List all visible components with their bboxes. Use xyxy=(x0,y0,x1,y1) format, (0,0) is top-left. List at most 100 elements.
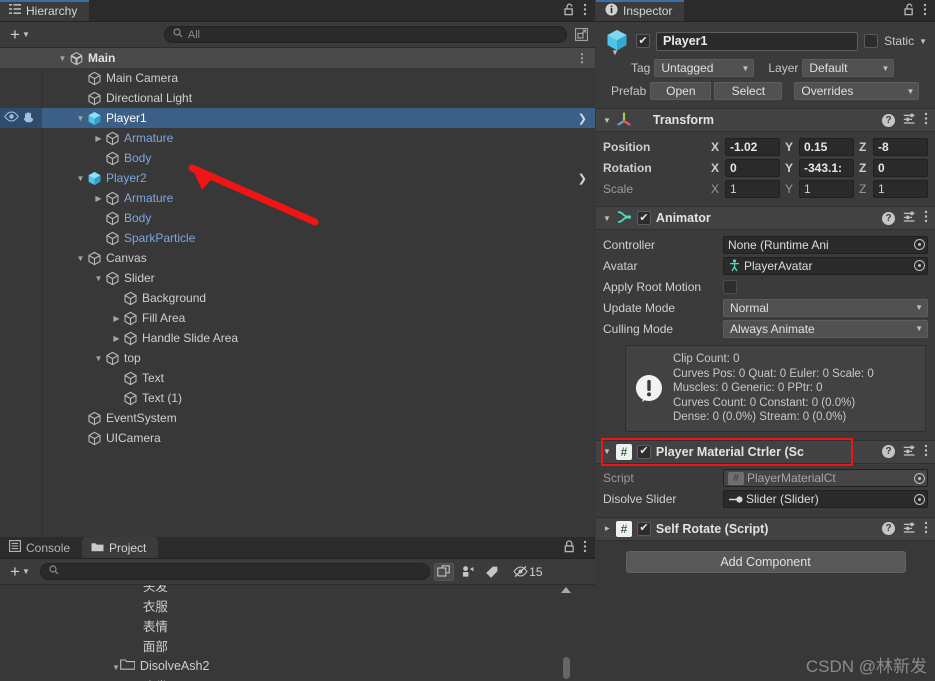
help-icon[interactable]: ? xyxy=(882,113,895,127)
project-item[interactable]: ▼衣服 xyxy=(0,595,595,615)
self-rotate-enabled-checkbox[interactable]: ✔ xyxy=(636,521,651,536)
foldout-arrow-icon[interactable]: ▼ xyxy=(92,354,105,363)
hierarchy-item-uicamera[interactable]: ▼UICamera xyxy=(0,428,595,448)
lock-closed-icon[interactable] xyxy=(564,539,575,556)
foldout-arrow-icon[interactable]: ▼ xyxy=(92,274,105,283)
kebab-menu-icon[interactable] xyxy=(583,540,587,556)
foldout-arrow-icon[interactable]: ▼ xyxy=(74,254,87,263)
transform-position-y[interactable]: 0.15 xyxy=(799,137,854,156)
lock-open-icon[interactable] xyxy=(564,3,575,19)
project-search-input[interactable] xyxy=(39,563,430,580)
visibility-gutter[interactable] xyxy=(0,88,42,108)
hierarchy-item-canvas[interactable]: ▼ Canvas xyxy=(0,248,595,268)
foldout-arrow-icon[interactable]: ▶ xyxy=(92,134,105,143)
visibility-gutter[interactable] xyxy=(0,168,42,188)
visibility-gutter[interactable] xyxy=(0,148,42,168)
hierarchy-item-main[interactable]: ▼ Main ⋮ xyxy=(0,48,595,68)
project-item[interactable]: ▼ DisolveAsh2 xyxy=(0,655,595,675)
static-dropdown[interactable]: Static ▼ xyxy=(884,34,927,48)
hierarchy-item-player1[interactable]: ▼ Player1 ❯ xyxy=(0,108,595,128)
foldout-arrow-icon[interactable]: ▼ xyxy=(603,214,611,223)
transform-rotation-y[interactable]: -343.1: xyxy=(799,158,854,177)
filter-by-label-icon[interactable] xyxy=(482,563,502,581)
project-create-button[interactable]: + ▼ xyxy=(4,563,36,580)
hierarchy-item-player2[interactable]: ▼ Player2 ❯ xyxy=(0,168,595,188)
foldout-arrow-icon[interactable]: ▼ xyxy=(603,116,611,125)
gameobject-name-input[interactable]: Player1 xyxy=(656,31,859,51)
kebab-menu-icon[interactable]: ⋮ xyxy=(576,51,588,65)
search-settings-icon[interactable] xyxy=(571,26,591,44)
help-icon[interactable]: ? xyxy=(882,522,895,535)
gameobject-enabled-checkbox[interactable]: ✔ xyxy=(636,34,650,48)
visibility-gutter[interactable] xyxy=(0,268,42,288)
foldout-arrow-icon[interactable]: ▼ xyxy=(74,174,87,183)
hierarchy-search-input[interactable]: All xyxy=(163,26,567,43)
player-material-ctrler-script-object-field[interactable]: # PlayerMaterialCt xyxy=(723,469,928,487)
transform-scale-y[interactable]: 1 xyxy=(799,179,854,198)
foldout-arrow-icon[interactable]: ▶ xyxy=(110,314,123,323)
visibility-gutter[interactable] xyxy=(0,328,42,348)
create-gameobject-button[interactable]: + ▼ xyxy=(4,26,36,43)
object-picker-icon[interactable] xyxy=(911,258,927,274)
hierarchy-item-eventsystem[interactable]: ▼EventSystem xyxy=(0,408,595,428)
visibility-gutter[interactable] xyxy=(0,288,42,308)
filter-by-type-icon[interactable] xyxy=(458,563,478,581)
project-item[interactable]: ▼面部 xyxy=(0,635,595,655)
foldout-arrow-icon[interactable]: ▼ xyxy=(603,447,611,456)
help-icon[interactable]: ? xyxy=(882,211,895,225)
preset-icon[interactable] xyxy=(903,521,916,537)
foldout-arrow-icon[interactable]: ▼ xyxy=(112,663,120,672)
transform-position-x[interactable]: -1.02 xyxy=(725,137,780,156)
component-header-animator[interactable]: ▼ ✔ Animator ? xyxy=(596,206,935,230)
hierarchy-item-armature[interactable]: ▶ Armature xyxy=(0,188,595,208)
hierarchy-item-text[interactable]: ▼Text xyxy=(0,368,595,388)
preset-icon[interactable] xyxy=(903,112,916,128)
hierarchy-item-body[interactable]: ▼Body xyxy=(0,148,595,168)
object-picker-icon[interactable] xyxy=(911,237,927,253)
tab-project[interactable]: Project xyxy=(82,537,159,558)
component-header-self-rotate[interactable]: ▼ # ✔ Self Rotate (Script) ? xyxy=(596,516,935,541)
animator-enabled-checkbox[interactable]: ✔ xyxy=(636,211,651,225)
preset-icon[interactable] xyxy=(903,444,916,460)
preset-icon[interactable] xyxy=(903,210,916,226)
foldout-arrow-icon[interactable]: ▼ xyxy=(56,54,69,63)
visibility-gutter[interactable] xyxy=(0,308,42,328)
animator-culling-mode-dropdown[interactable]: Always Animate ▼ xyxy=(723,319,928,338)
kebab-menu-icon[interactable] xyxy=(924,521,928,537)
prefab-select-button[interactable]: Select xyxy=(714,82,783,100)
hierarchy-item-main-camera[interactable]: ▼Main Camera xyxy=(0,68,595,88)
foldout-arrow-icon[interactable]: ▶ xyxy=(92,194,105,203)
object-picker-icon[interactable] xyxy=(911,470,927,486)
project-tree[interactable]: ▼头发▼衣服▼表情▼面部▼DisolveAsh2▼头发 xyxy=(0,585,595,681)
kebab-menu-icon[interactable] xyxy=(923,3,927,19)
kebab-menu-icon[interactable] xyxy=(924,112,928,128)
transform-rotation-z[interactable]: 0 xyxy=(873,158,928,177)
eye-icon[interactable] xyxy=(4,111,19,125)
pickability-hand-icon[interactable] xyxy=(22,111,36,126)
tab-hierarchy[interactable]: Hierarchy xyxy=(0,0,90,21)
prefab-open-chevron-icon[interactable]: ❯ xyxy=(578,112,587,125)
prefab-overrides-dropdown[interactable]: Overrides ▼ xyxy=(794,82,920,100)
visibility-gutter[interactable] xyxy=(0,68,42,88)
tab-console[interactable]: Console xyxy=(0,537,82,558)
foldout-arrow-icon[interactable]: ▼ xyxy=(74,114,87,123)
kebab-menu-icon[interactable] xyxy=(924,444,928,460)
layer-dropdown[interactable]: Default ▼ xyxy=(802,59,895,77)
lock-open-icon[interactable] xyxy=(904,3,915,19)
visibility-gutter[interactable] xyxy=(0,48,42,68)
visibility-gutter[interactable] xyxy=(0,208,42,228)
project-scroll-thumb[interactable] xyxy=(563,657,570,679)
hidden-packages-toggle[interactable]: 15 xyxy=(506,563,550,581)
visibility-gutter[interactable] xyxy=(0,408,42,428)
transform-scale-x[interactable]: 1 xyxy=(725,179,780,198)
animator-update-mode-dropdown[interactable]: Normal ▼ xyxy=(723,298,928,317)
visibility-gutter[interactable] xyxy=(0,348,42,368)
prefab-open-button[interactable]: Open xyxy=(650,82,712,100)
visibility-gutter[interactable] xyxy=(0,228,42,248)
hierarchy-item-text-1[interactable]: ▼Text (1) xyxy=(0,388,595,408)
hierarchy-item-background[interactable]: ▼Background xyxy=(0,288,595,308)
save-search-icon[interactable] xyxy=(433,562,454,581)
foldout-arrow-icon[interactable]: ▼ xyxy=(602,525,611,533)
add-component-button[interactable]: Add Component xyxy=(625,550,906,573)
component-header-transform[interactable]: ▼ Transform ? xyxy=(596,108,935,132)
